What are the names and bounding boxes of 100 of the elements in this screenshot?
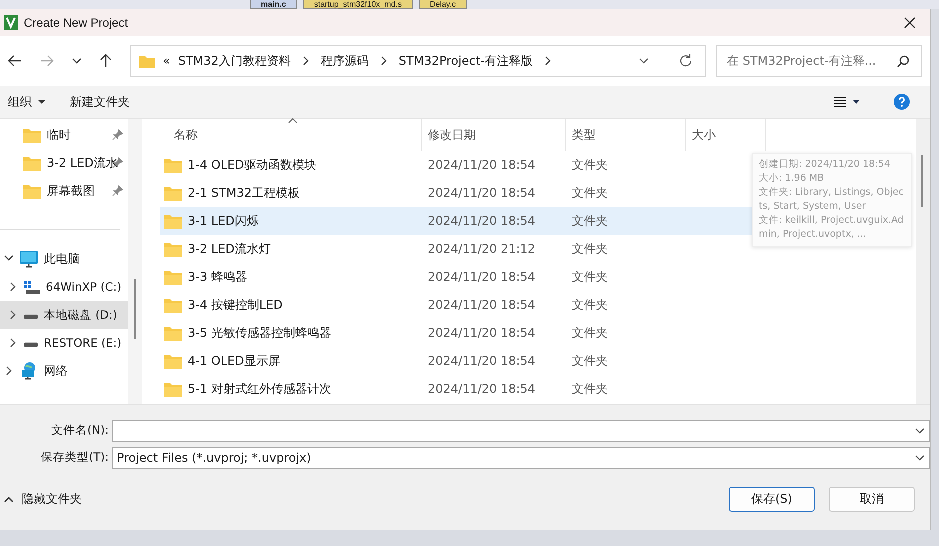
chevron-up-icon — [4, 496, 14, 504]
chevron-down-icon[interactable] — [915, 454, 925, 460]
breadcrumb[interactable]: STM32Project-有注释版 — [398, 52, 533, 70]
chevron-right-icon — [302, 56, 309, 66]
file-type: 文件夹 — [571, 268, 609, 286]
file-name[interactable]: 3-5 光敏传感器控制蜂鸣器 — [188, 324, 332, 342]
refresh-icon[interactable] — [679, 54, 693, 68]
file-row[interactable]: 5-1 对射式红外传感器计次 2024/11/20 18:54 文件夹 — [160, 375, 756, 403]
up-arrow-icon[interactable] — [100, 54, 112, 68]
file-name[interactable]: 3-4 按键控制LED — [188, 296, 283, 314]
column-header[interactable]: 类型 — [566, 119, 686, 151]
column-header[interactable]: 修改日期 — [422, 119, 566, 151]
save-button[interactable]: 保存(S) — [729, 487, 815, 512]
modified-date: 2024/11/20 18:54 — [427, 214, 537, 228]
sidebar-item[interactable]: RESTORE (E:) — [0, 329, 128, 357]
file-type: 文件夹 — [571, 352, 609, 370]
tooltip-text: 大小: 1.96 MB — [759, 172, 826, 186]
file-type: 文件夹 — [571, 240, 609, 258]
folder-icon — [164, 270, 182, 284]
organize-button[interactable]: 组织 — [8, 94, 46, 110]
sidebar-item[interactable]: 临时 — [0, 121, 128, 149]
folder-icon — [164, 354, 182, 368]
modified-date: 2024/11/20 18:54 — [427, 186, 537, 200]
file-type-label: 保存类型(T): — [40, 450, 110, 465]
hide-folders-toggle[interactable]: 隐藏文件夹 — [4, 491, 82, 508]
folder-icon — [164, 382, 182, 396]
chevron-down-icon[interactable] — [72, 58, 82, 64]
tooltip-text: 创建日期: 2024/11/20 18:54 — [759, 158, 892, 172]
tooltip-text: 文件: keilkill, Project.uvguix.Admin, Project.uvoptx, ... — [759, 214, 905, 242]
tooltip-text: 文件夹: Library, Listings, Objects, Start, System, User — [759, 186, 905, 214]
column-header[interactable]: 名称 — [160, 119, 422, 151]
sidebar-item[interactable]: 本地磁盘 (D:) — [0, 301, 128, 329]
cancel-button[interactable]: 取消 — [829, 487, 915, 512]
file-row[interactable]: 4-1 OLED显示屏 2024/11/20 18:54 文件夹 — [160, 347, 756, 375]
editor-tab[interactable]: Delay.c — [418, 0, 468, 9]
file-name[interactable]: 3-3 蜂鸣器 — [188, 268, 248, 286]
sidebar-item[interactable]: 3-2 LED流水 — [0, 149, 128, 177]
folder-icon — [164, 326, 182, 340]
file-row[interactable]: 2-1 STM32工程模板 2024/11/20 18:54 文件夹 — [160, 179, 756, 207]
address-bar[interactable]: « STM32入门教程资料 程序源码 STM32Project-有注释版 — [130, 45, 706, 77]
modified-date: 2024/11/20 18:54 — [427, 326, 537, 340]
folder-icon — [164, 298, 182, 312]
modified-date: 2024/11/20 18:54 — [427, 298, 537, 312]
file-type: 文件夹 — [571, 380, 609, 398]
file-name[interactable]: 3-1 LED闪烁 — [188, 212, 259, 230]
file-name[interactable]: 4-1 OLED显示屏 — [188, 352, 280, 370]
sort-ascending-icon — [288, 118, 298, 124]
breadcrumb[interactable]: STM32入门教程资料 — [178, 52, 291, 70]
scrollbar[interactable] — [128, 119, 142, 404]
overflow-chevrons[interactable]: « — [163, 54, 170, 68]
modified-date: 2024/11/20 18:54 — [427, 158, 537, 172]
new-folder-button[interactable]: 新建文件夹 — [70, 94, 130, 110]
file-name[interactable]: 2-1 STM32工程模板 — [188, 184, 300, 202]
search-field[interactable]: 在 STM32Project-有注释... — [716, 45, 922, 77]
editor-tab[interactable]: main.c — [250, 0, 298, 9]
sidebar-item[interactable]: 网络 — [0, 357, 128, 385]
column-header[interactable]: 大小 — [686, 119, 766, 151]
drive-icon — [24, 280, 40, 294]
file-type-dropdown[interactable]: Project Files (*.uvproj; *.uvprojx) — [112, 446, 930, 468]
chevron-down-icon[interactable] — [639, 58, 649, 64]
file-row[interactable]: 3-3 蜂鸣器 2024/11/20 18:54 文件夹 — [160, 263, 756, 291]
file-row[interactable]: 3-2 LED流水灯 2024/11/20 21:12 文件夹 — [160, 235, 756, 263]
folder-icon — [164, 214, 182, 228]
breadcrumb[interactable]: 程序源码 — [320, 52, 369, 70]
app-icon — [4, 15, 18, 30]
file-row[interactable]: 3-5 光敏传感器控制蜂鸣器 2024/11/20 18:54 文件夹 — [160, 319, 756, 347]
file-row[interactable]: 3-4 按键控制LED 2024/11/20 18:54 文件夹 — [160, 291, 756, 319]
file-name[interactable]: 1-4 OLED驱动函数模块 — [188, 156, 316, 174]
file-type: 文件夹 — [571, 296, 609, 314]
file-row[interactable]: 1-4 OLED驱动函数模块 2024/11/20 18:54 文件夹 — [160, 151, 756, 179]
modified-date: 2024/11/20 21:12 — [427, 242, 537, 256]
editor-tab[interactable]: startup_stm32f10x_md.s — [303, 0, 413, 9]
file-type: 文件夹 — [571, 324, 609, 342]
window-title: Create New Project — [24, 16, 128, 30]
sidebar-item[interactable]: 屏幕截图 — [0, 177, 128, 205]
folder-icon — [23, 128, 41, 142]
sidebar-item[interactable]: 此电脑 — [0, 245, 128, 273]
network-icon — [20, 362, 38, 380]
back-arrow-icon[interactable] — [8, 55, 22, 67]
sidebar-item[interactable]: 64WinXP (C:) — [0, 273, 128, 301]
folder-icon — [139, 54, 155, 68]
file-type: 文件夹 — [571, 184, 609, 202]
folder-icon — [164, 242, 182, 256]
file-type: 文件夹 — [571, 156, 609, 174]
monitor-icon — [20, 250, 38, 268]
close-icon[interactable] — [904, 16, 916, 28]
folder-icon — [164, 158, 182, 172]
filename-label: 文件名(N): — [50, 423, 110, 438]
folder-icon — [23, 156, 41, 170]
view-menu-icon[interactable] — [834, 97, 860, 107]
modified-date: 2024/11/20 18:54 — [427, 270, 537, 284]
chevron-right-icon — [544, 56, 551, 66]
folder-icon — [23, 184, 41, 198]
scrollbar[interactable] — [916, 119, 930, 404]
help-icon[interactable] — [894, 94, 910, 110]
chevron-down-icon[interactable] — [915, 428, 925, 434]
filename-field[interactable] — [112, 420, 930, 442]
modified-date: 2024/11/20 18:54 — [427, 354, 537, 368]
file-name[interactable]: 5-1 对射式红外传感器计次 — [188, 380, 332, 398]
file-name[interactable]: 3-2 LED流水灯 — [188, 240, 271, 258]
